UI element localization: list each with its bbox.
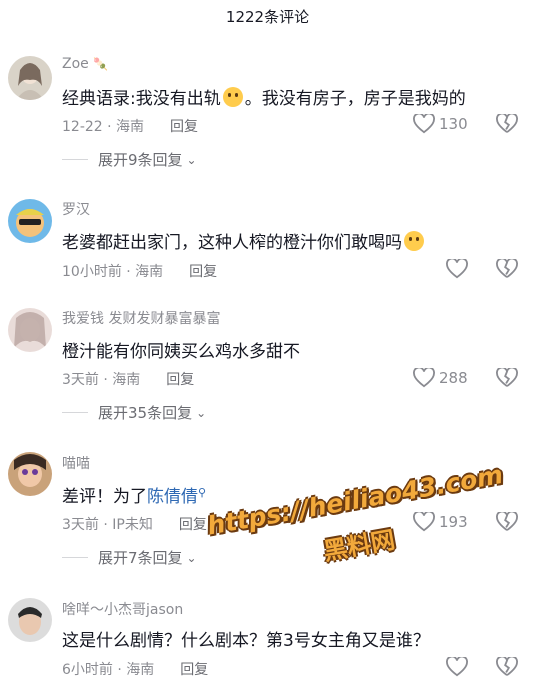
comment-time-location: 12-22 · 海南 (62, 119, 145, 135)
chevron-down-icon: ⌄ (196, 405, 207, 420)
divider (62, 557, 88, 558)
heart-icon (446, 259, 468, 279)
like-button[interactable] (446, 259, 468, 279)
comment-text: 橙汁能有你同姨买么鸡水多甜不 (62, 342, 300, 362)
comment-time-location: 3天前 · 海南 (62, 372, 141, 388)
chevron-down-icon: ⌄ (186, 550, 197, 565)
dislike-button[interactable] (496, 655, 518, 681)
comment-time-location: 3天前 · IP未知 (62, 517, 153, 533)
broken-heart-icon (496, 112, 518, 133)
like-count: 130 (439, 115, 468, 133)
broken-heart-icon (496, 257, 518, 278)
heart-icon (413, 368, 435, 388)
avatar[interactable] (8, 598, 52, 642)
expand-replies-button[interactable]: 展开7条回复 ⌄ (62, 547, 197, 568)
expand-replies-button[interactable]: 展开35条回复 ⌄ (62, 402, 206, 423)
watermark: https://heiliao43.com 黑料网 (205, 460, 505, 600)
dislike-button[interactable] (496, 510, 518, 536)
reply-button[interactable]: 回复 (166, 372, 194, 388)
broken-heart-icon (496, 655, 518, 676)
avatar[interactable] (8, 308, 52, 352)
comment-author[interactable]: 我爱钱 发财发财暴富暴富 (62, 308, 220, 328)
divider (62, 159, 88, 160)
comment-time-location: 6小时前 · 海南 (62, 662, 155, 678)
dislike-button[interactable] (496, 257, 518, 283)
comment-text: 这是什么剧情？什么剧本？第3号女主角又是谁？ (62, 631, 430, 651)
comment-meta: 10小时前 · 海南 回复 (62, 261, 217, 281)
comment-author[interactable]: 喵喵 (62, 453, 90, 473)
heart-icon (413, 114, 435, 134)
comment-author[interactable]: 罗汉 (62, 199, 90, 219)
comment-author[interactable]: Zoe 🍡 (62, 56, 108, 72)
expand-replies-button[interactable]: 展开9条回复 ⌄ (62, 149, 197, 170)
mention-link[interactable]: 陈倩倩 (147, 487, 198, 507)
comment-text: 差评！为了陈倩倩⚲ (62, 486, 207, 507)
dislike-button[interactable] (496, 112, 518, 138)
like-button[interactable]: 288 (413, 368, 468, 388)
like-button[interactable]: 130 (413, 114, 468, 134)
comment-meta: 6小时前 · 海南 回复 (62, 659, 208, 679)
avatar[interactable] (8, 199, 52, 243)
comment-author[interactable]: 啥咩～小杰哥jason (62, 599, 183, 619)
comment-meta: 3天前 · 海南 回复 (62, 369, 194, 389)
search-icon[interactable]: ⚲ (198, 486, 206, 499)
reply-button[interactable]: 回复 (189, 264, 217, 280)
avatar[interactable] (8, 56, 52, 100)
like-count: 193 (439, 513, 468, 531)
comment-text: 老婆都赶出家门，这种人榨的橙汁你们敢喝吗 (62, 228, 426, 253)
chevron-down-icon: ⌄ (186, 152, 197, 167)
comment-text: 经典语录:我没有出轨 。我没有房子，房子是我妈的 (62, 87, 466, 109)
comment-meta: 3天前 · IP未知 回复 (62, 514, 207, 534)
like-button[interactable] (446, 657, 468, 677)
broken-heart-icon (496, 366, 518, 387)
dislike-button[interactable] (496, 366, 518, 392)
crying-face-icon (222, 87, 243, 107)
like-button[interactable]: 193 (413, 512, 468, 532)
comment-meta: 12-22 · 海南 回复 (62, 116, 198, 136)
comments-header: 1222条评论 (225, 8, 310, 26)
reply-button[interactable]: 回复 (180, 662, 208, 678)
comment-time-location: 10小时前 · 海南 (62, 264, 164, 280)
flushed-face-icon (404, 231, 424, 251)
divider (62, 412, 88, 413)
reply-button[interactable]: 回复 (170, 119, 198, 135)
heart-icon (413, 512, 435, 532)
broken-heart-icon (496, 510, 518, 531)
like-count: 288 (439, 369, 468, 387)
reply-button[interactable]: 回复 (179, 517, 207, 533)
heart-icon (446, 657, 468, 677)
avatar[interactable] (8, 452, 52, 496)
watermark-site-name: 黑料网 (321, 525, 398, 566)
flower-icon: 🍡 (93, 57, 109, 71)
